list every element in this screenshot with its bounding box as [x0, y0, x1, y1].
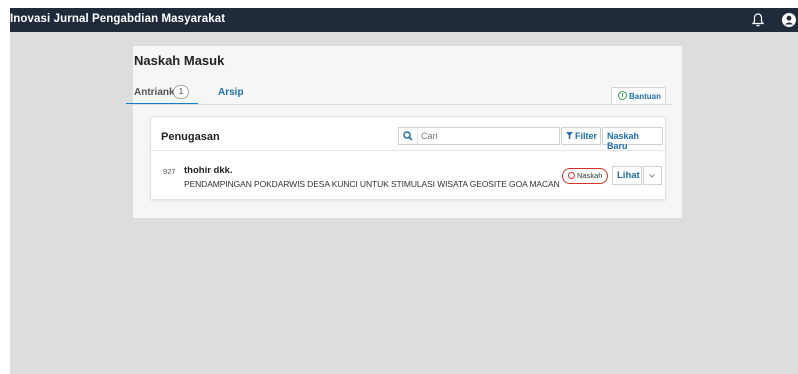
info-icon	[618, 91, 627, 100]
stage-status-icon	[568, 172, 575, 179]
help-button[interactable]: Bantuan	[611, 87, 666, 104]
list-title: Penugasan	[161, 131, 220, 143]
help-label: Bantuan	[629, 92, 661, 101]
search-icon[interactable]	[399, 128, 418, 144]
stage-label: Naskah	[577, 171, 603, 180]
new-submission-label: Naskah Baru	[607, 131, 640, 151]
top-bar: Inovasi Jurnal Pengabdian Masyarakat	[10, 8, 798, 32]
stage-badge: Naskah	[562, 168, 608, 184]
bell-icon[interactable]	[750, 12, 766, 28]
submission-authors[interactable]: thohir dkk.	[184, 165, 233, 176]
app-title[interactable]: Inovasi Jurnal Pengabdian Masyarakat	[10, 13, 225, 25]
queue-count-badge: 1	[173, 85, 189, 99]
view-label: Lihat	[617, 170, 640, 181]
card-divider	[151, 150, 665, 151]
filter-label: Filter	[575, 131, 598, 141]
new-submission-button[interactable]: Naskah Baru	[602, 127, 663, 151]
page-title: Naskah Masuk	[134, 53, 225, 68]
submissions-card: Penugasan Filter Naskah Baru 927 thohir …	[150, 116, 666, 200]
search-input[interactable]	[421, 129, 555, 142]
expand-button[interactable]	[643, 166, 662, 185]
chevron-down-icon	[649, 174, 655, 178]
user-icon[interactable]	[781, 12, 797, 28]
search-box[interactable]	[398, 127, 560, 145]
view-button[interactable]: Lihat	[612, 166, 642, 185]
tab-archive-label: Arsip	[218, 87, 244, 98]
filter-icon	[566, 132, 573, 140]
filter-button[interactable]: Filter	[561, 127, 601, 145]
tabs-divider	[123, 104, 672, 105]
submission-id: 927	[163, 167, 176, 176]
submission-title[interactable]: PENDAMPINGAN POKDARWIS DESA KUNCI UNTUK …	[184, 179, 560, 189]
tab-my-queue[interactable]: Antrianku 1	[126, 84, 198, 105]
